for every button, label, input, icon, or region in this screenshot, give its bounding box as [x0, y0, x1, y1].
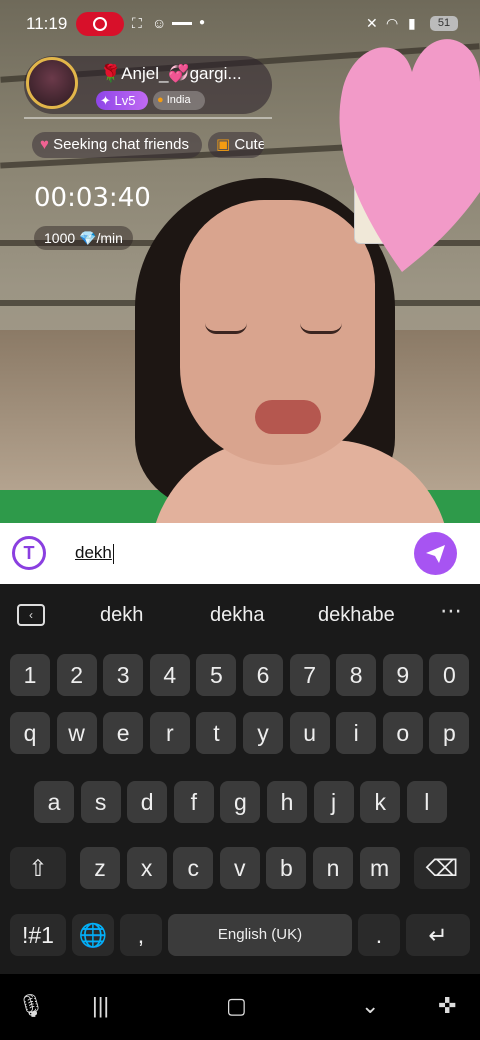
key-b[interactable]: b	[266, 847, 307, 889]
recent-apps-icon[interactable]: |||	[92, 993, 109, 1019]
backspace-icon[interactable]: ⌫	[414, 847, 470, 889]
wifi-icon: ◠	[386, 15, 399, 31]
call-rate: 1000 💎/min	[34, 226, 133, 250]
key-c[interactable]: c	[173, 847, 214, 889]
suggestion-3[interactable]: dekhabe	[318, 604, 395, 627]
key-v[interactable]: v	[219, 847, 260, 889]
key-d[interactable]: d	[127, 781, 168, 823]
key-h[interactable]: h	[267, 781, 307, 823]
mic-icon[interactable]: 🎙	[17, 993, 45, 1019]
snapchat-icon: ☺	[152, 15, 167, 31]
key-2[interactable]: 2	[56, 654, 97, 696]
level-badge: ✦ Lv5	[96, 91, 148, 110]
key-k[interactable]: k	[360, 781, 401, 823]
home-icon[interactable]: ▢	[226, 993, 247, 1019]
accessibility-icon[interactable]: ✜	[438, 993, 456, 1019]
period-key[interactable]: .	[358, 914, 400, 956]
space-key[interactable]: English (UK)	[168, 914, 352, 956]
avatar[interactable]	[26, 57, 78, 109]
screenshot-icon: ⛶	[132, 15, 142, 31]
divider	[24, 117, 272, 119]
key-1[interactable]: 1	[10, 654, 50, 696]
tag-seeking: ♥ Seeking chat friends	[32, 132, 202, 158]
key-4[interactable]: 4	[149, 654, 190, 696]
country-badge: ● India	[153, 91, 205, 110]
key-q[interactable]: q	[10, 712, 50, 754]
message-input-value: dekh	[75, 543, 112, 562]
globe-icon[interactable]: 🌐	[72, 914, 114, 956]
suggestion-label: dekh	[100, 604, 144, 626]
shift-icon[interactable]: ⇧	[10, 847, 66, 889]
person-lips	[255, 400, 321, 434]
key-g[interactable]: g	[220, 781, 261, 823]
status-bar: 11:19 ⛶ ☺ ▬▬ ● ✕ ◠ ▮ 51	[0, 0, 480, 46]
signal-icon: ▮	[408, 15, 416, 31]
message-input[interactable]: dekh	[75, 543, 114, 564]
key-6[interactable]: 6	[243, 654, 283, 696]
tag-label: Seeking chat friends	[53, 136, 189, 153]
person-eye	[205, 323, 247, 334]
enter-icon[interactable]: ↵	[406, 914, 470, 956]
screen-record-icon[interactable]	[76, 12, 124, 36]
key-a[interactable]: a	[34, 781, 74, 823]
level-icon: ✦	[100, 93, 111, 108]
message-input-bar	[0, 523, 480, 584]
notification-icon: ▬▬	[172, 17, 192, 28]
flag-icon: ●	[157, 94, 164, 106]
key-o[interactable]: o	[382, 712, 423, 754]
cute-tag-icon: ▣	[216, 136, 231, 153]
heart-sticker	[339, 39, 480, 273]
country-label: India	[166, 94, 191, 106]
key-j[interactable]: j	[313, 781, 354, 823]
heart-tag-icon: ♥	[40, 136, 49, 153]
key-x[interactable]: x	[126, 847, 167, 889]
key-9[interactable]: 9	[382, 654, 423, 696]
status-time: 11:19	[26, 14, 68, 33]
key-e[interactable]: e	[103, 712, 144, 754]
key-s[interactable]: s	[80, 781, 121, 823]
suggestion-1[interactable]: dekh	[100, 604, 143, 627]
tag-label: Cute	[234, 136, 264, 153]
key-7[interactable]: 7	[289, 654, 330, 696]
key-u[interactable]: u	[289, 712, 330, 754]
send-button[interactable]	[414, 532, 457, 575]
key-r[interactable]: r	[149, 712, 190, 754]
suggestion-label: dekhabe	[318, 604, 395, 626]
call-timer: 00:03:40	[34, 183, 151, 213]
mute-icon: ✕	[366, 15, 378, 31]
keyboard-hide-icon[interactable]: ‹	[17, 604, 45, 626]
translate-icon[interactable]: T	[12, 536, 46, 570]
key-f[interactable]: f	[173, 781, 214, 823]
key-t[interactable]: t	[196, 712, 237, 754]
tag-cute: ▣ Cute	[208, 132, 264, 158]
symbols-key[interactable]: !#1	[10, 914, 66, 956]
key-0[interactable]: 0	[429, 654, 470, 696]
key-8[interactable]: 8	[336, 654, 377, 696]
key-p[interactable]: p	[429, 712, 470, 754]
send-icon	[426, 545, 445, 563]
suggestion-2[interactable]: dekha	[210, 604, 265, 627]
suggestion-label: dekha	[210, 604, 265, 626]
key-z[interactable]: z	[80, 847, 120, 889]
key-y[interactable]: y	[243, 712, 283, 754]
key-l[interactable]: l	[406, 781, 447, 823]
key-w[interactable]: w	[56, 712, 97, 754]
key-i[interactable]: i	[336, 712, 377, 754]
text-caret	[112, 543, 114, 564]
dot-icon: ●	[199, 17, 206, 28]
streamer-name: 🌹Anjel_💞gargi...	[100, 64, 242, 83]
person-eye	[300, 323, 342, 334]
key-3[interactable]: 3	[103, 654, 144, 696]
hide-keyboard-icon[interactable]: ⌄	[361, 993, 379, 1019]
key-n[interactable]: n	[313, 847, 353, 889]
more-icon[interactable]: ⋯	[440, 598, 462, 624]
level-label: Lv5	[114, 93, 136, 108]
key-5[interactable]: 5	[196, 654, 237, 696]
battery-icon: 51	[430, 16, 458, 31]
comma-key[interactable]: ,	[120, 914, 162, 956]
key-m[interactable]: m	[359, 847, 400, 889]
